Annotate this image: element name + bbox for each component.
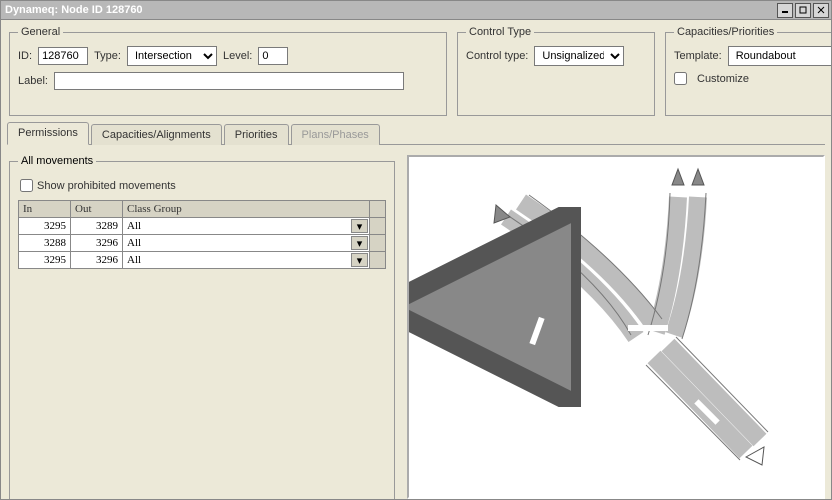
movements-legend: All movements [18, 155, 96, 167]
controltype-legend: Control Type [466, 26, 534, 38]
table-row[interactable]: 3288 3296 All▾ [19, 235, 386, 252]
customize-checkbox[interactable] [674, 72, 687, 85]
tab-plans-phases: Plans/Phases [291, 124, 380, 145]
intersection-viewer[interactable] [407, 155, 825, 499]
template-select[interactable]: Roundabout [728, 46, 832, 66]
table-row[interactable]: 3295 3289 All▾ [19, 218, 386, 235]
th-class: Class Group [123, 201, 370, 218]
customize-label: Customize [697, 73, 749, 85]
id-label: ID: [18, 50, 32, 62]
titlebar: Dynameq: Node ID 128760 [1, 1, 831, 20]
cell-scroll [370, 235, 386, 252]
tab-permissions[interactable]: Permissions [7, 122, 89, 145]
show-prohibited-label: Show prohibited movements [37, 180, 176, 192]
template-label: Template: [674, 50, 722, 62]
capacities-legend: Capacities/Priorities [674, 26, 777, 38]
cell-in: 3295 [19, 252, 71, 269]
tabs: Permissions Capacities/Alignments Priori… [7, 122, 825, 145]
cell-out: 3289 [71, 218, 123, 235]
controltype-select[interactable]: Unsignalized [534, 46, 624, 66]
id-input[interactable] [38, 47, 88, 65]
tab-capacities-alignments[interactable]: Capacities/Alignments [91, 124, 222, 145]
table-row[interactable]: 3295 3296 All▾ [19, 252, 386, 269]
th-spacer [370, 201, 386, 218]
capacities-group: Capacities/Priorities Template: Roundabo… [665, 26, 832, 116]
cell-scroll [370, 218, 386, 235]
level-label: Level: [223, 50, 252, 62]
cell-out: 3296 [71, 252, 123, 269]
cell-class[interactable]: All▾ [123, 235, 370, 252]
movements-table: In Out Class Group 3295 3289 All▾ [18, 200, 386, 269]
table-header-row: In Out Class Group [19, 201, 386, 218]
cell-class[interactable]: All▾ [123, 252, 370, 269]
chevron-down-icon[interactable]: ▾ [351, 236, 368, 250]
cell-scroll [370, 252, 386, 269]
movements-group: All movements Show prohibited movements … [9, 155, 395, 500]
close-button[interactable] [813, 3, 829, 18]
cell-out: 3296 [71, 235, 123, 252]
th-out: Out [71, 201, 123, 218]
show-prohibited-checkbox[interactable] [20, 179, 33, 192]
chevron-down-icon[interactable]: ▾ [351, 219, 368, 233]
minimize-button[interactable] [777, 3, 793, 18]
maximize-button[interactable] [795, 3, 811, 18]
cell-class[interactable]: All▾ [123, 218, 370, 235]
tab-priorities[interactable]: Priorities [224, 124, 289, 145]
chevron-down-icon[interactable]: ▾ [351, 253, 368, 267]
cell-in: 3288 [19, 235, 71, 252]
cell-in: 3295 [19, 218, 71, 235]
type-label: Type: [94, 50, 121, 62]
general-group: General ID: Type: Intersection Level: La… [9, 26, 447, 116]
controltype-label: Control type: [466, 50, 528, 62]
th-in: In [19, 201, 71, 218]
type-select[interactable]: Intersection [127, 46, 217, 66]
window-title: Dynameq: Node ID 128760 [3, 4, 775, 16]
general-legend: General [18, 26, 63, 38]
label-input[interactable] [54, 72, 404, 90]
label-label: Label: [18, 75, 48, 87]
controltype-group: Control Type Control type: Unsignalized [457, 26, 655, 116]
level-input[interactable] [258, 47, 288, 65]
